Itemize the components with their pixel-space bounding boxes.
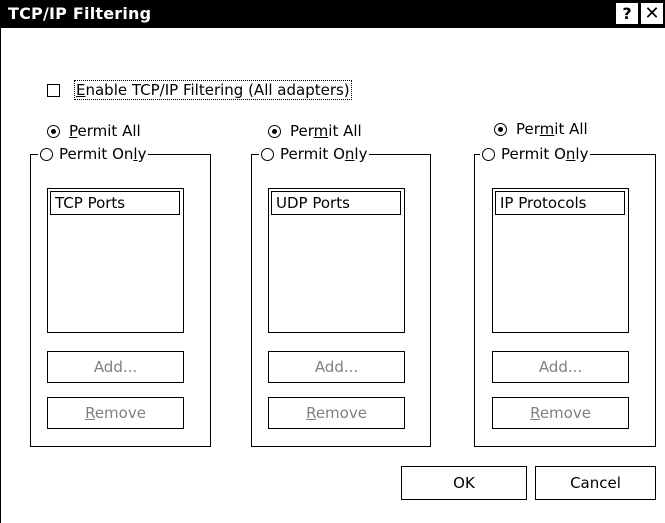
ok-button[interactable]: OK (401, 466, 527, 500)
tcp-permit-only-label: Permit Only (59, 145, 147, 163)
tcp-permit-only-radio-dot[interactable] (40, 147, 53, 161)
ip-permit-all-radio[interactable]: Permit All (494, 120, 588, 138)
ip-protocols-column-header[interactable]: IP Protocols (495, 191, 625, 215)
ip-add-button[interactable]: Add... (492, 351, 629, 383)
udp-ports-list[interactable]: UDP Ports (268, 188, 405, 333)
udp-permit-all-label: Permit All (290, 122, 362, 140)
ip-permit-all-radio-dot[interactable] (494, 122, 507, 136)
cancel-button[interactable]: Cancel (535, 466, 656, 500)
ip-permit-only-radio[interactable]: Permit Only (480, 144, 591, 164)
tcp-permit-all-radio-dot[interactable] (47, 124, 60, 138)
enable-filtering-checkbox-box[interactable] (47, 83, 60, 97)
udp-permit-all-radio-dot[interactable] (268, 124, 281, 138)
close-icon: ✕ (644, 3, 660, 24)
close-button[interactable]: ✕ (641, 3, 663, 24)
enable-filtering-checkbox[interactable]: Enable TCP/IP Filtering (All adapters) (47, 80, 352, 100)
tcp-ports-column-header[interactable]: TCP Ports (50, 191, 180, 215)
udp-ports-column-header[interactable]: UDP Ports (271, 191, 401, 215)
tcp-add-button[interactable]: Add... (47, 351, 184, 383)
ip-permit-all-label: Permit All (516, 120, 588, 138)
udp-permit-only-radio-dot[interactable] (261, 147, 274, 161)
tcp-permit-all-radio[interactable]: Permit All (47, 122, 141, 140)
ip-protocols-list[interactable]: IP Protocols (492, 188, 629, 333)
enable-filtering-label: Enable TCP/IP Filtering (All adapters) (74, 80, 352, 100)
tcp-remove-button[interactable]: Remove (47, 397, 184, 429)
udp-remove-button[interactable]: Remove (268, 397, 405, 429)
help-icon: ? (622, 4, 632, 23)
tcp-permit-only-radio[interactable]: Permit Only (38, 144, 149, 164)
tcp-permit-all-label: Permit All (69, 122, 141, 140)
help-button[interactable]: ? (616, 3, 638, 24)
udp-permit-all-radio[interactable]: Permit All (268, 122, 362, 140)
udp-permit-only-label: Permit Only (280, 145, 368, 163)
ip-permit-only-radio-dot[interactable] (482, 147, 495, 161)
udp-add-button[interactable]: Add... (268, 351, 405, 383)
window-title: TCP/IP Filtering (8, 4, 152, 23)
ip-permit-only-label: Permit Only (501, 145, 589, 163)
title-bar[interactable]: TCP/IP Filtering ? ✕ (0, 0, 665, 28)
tcp-ports-list[interactable]: TCP Ports (47, 188, 184, 333)
ip-remove-button[interactable]: Remove (492, 397, 629, 429)
udp-permit-only-radio[interactable]: Permit Only (259, 144, 370, 164)
